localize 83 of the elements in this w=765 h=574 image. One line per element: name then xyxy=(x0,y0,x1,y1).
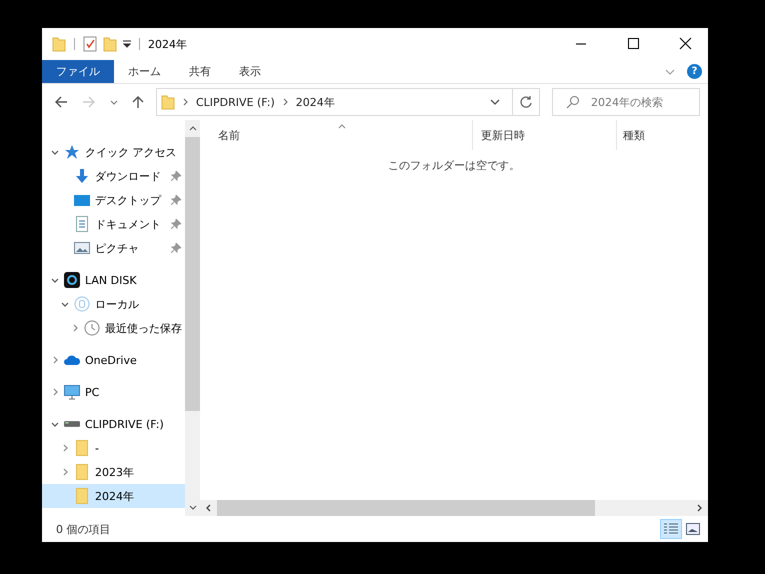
tree-item[interactable]: デスクトップ xyxy=(42,188,185,212)
tree-item[interactable]: クイック アクセス xyxy=(42,140,185,164)
tree-item[interactable]: CLIPDRIVE (F:) xyxy=(42,412,185,436)
chevron-down-icon[interactable] xyxy=(51,278,59,282)
app-logo-icon xyxy=(64,272,80,288)
empty-folder-message: このフォルダーは空です。 xyxy=(387,158,521,173)
vertical-scrollbar[interactable] xyxy=(185,120,200,516)
tree-item[interactable]: LAN DISK xyxy=(42,268,185,292)
ribbon-tab[interactable]: ファイル xyxy=(42,60,114,83)
sort-caret-icon xyxy=(338,124,346,129)
tree-item[interactable]: 最近使った保存 xyxy=(42,316,185,340)
tree-item[interactable]: - xyxy=(42,436,185,460)
pin-icon[interactable] xyxy=(171,171,181,181)
monitor-icon xyxy=(64,384,80,400)
tree-item-label: ダウンロード xyxy=(95,168,161,184)
pin-icon[interactable] xyxy=(171,195,181,205)
checklist-icon[interactable] xyxy=(83,36,97,52)
tree-item-label: CLIPDRIVE (F:) xyxy=(85,418,164,430)
tree-item[interactable]: ドキュメント xyxy=(42,212,185,236)
tree-item[interactable]: 2023年 xyxy=(42,460,185,484)
tree-item-label: LAN DISK xyxy=(85,274,137,286)
star-icon xyxy=(64,144,80,160)
scroll-thumb[interactable] xyxy=(217,500,595,516)
column-header[interactable]: 種類 xyxy=(616,120,708,150)
up-arrow-icon[interactable] xyxy=(132,95,144,109)
tree-item-label: 最近使った保存 xyxy=(105,320,182,336)
tree-item[interactable]: ピクチャ xyxy=(42,236,185,260)
desktop-icon xyxy=(74,192,90,208)
drive-icon xyxy=(64,421,80,427)
tree-item[interactable]: ローカル xyxy=(42,292,185,316)
dropdown-icon[interactable] xyxy=(123,40,131,48)
breadcrumb-item[interactable]: 2024年 xyxy=(296,94,335,110)
chevron-down-icon[interactable] xyxy=(61,302,69,306)
tree-item[interactable]: 2024年 xyxy=(42,484,185,508)
download-arrow-icon xyxy=(74,168,90,184)
refresh-icon xyxy=(519,95,533,109)
folder-icon xyxy=(161,94,175,110)
details-view-icon[interactable] xyxy=(660,519,682,539)
chevron-down-icon[interactable] xyxy=(110,100,118,104)
tree-item-label: PC xyxy=(85,386,100,398)
window-title: 2024年 xyxy=(148,36,187,52)
folder-icon xyxy=(74,488,90,504)
tree-item-label: - xyxy=(95,442,99,454)
chevron-up-icon[interactable] xyxy=(188,126,196,131)
tree-item[interactable]: PC xyxy=(42,380,185,404)
clock-icon xyxy=(84,320,100,336)
column-header[interactable]: 名前 xyxy=(200,120,472,150)
tree-item[interactable]: ダウンロード xyxy=(42,164,185,188)
address-bar[interactable]: CLIPDRIVE (F:) 2024年 xyxy=(156,88,540,116)
chevron-down-icon[interactable] xyxy=(51,422,59,426)
tree-item-label: OneDrive xyxy=(85,354,137,366)
pin-icon[interactable] xyxy=(171,219,181,229)
thumbnail-view-icon[interactable] xyxy=(686,523,700,535)
pin-icon[interactable] xyxy=(171,243,181,253)
horizontal-scrollbar[interactable] xyxy=(200,500,708,516)
item-count: 0 個の項目 xyxy=(56,522,110,536)
breadcrumb-item[interactable]: CLIPDRIVE (F:) xyxy=(196,96,275,108)
folder-icon xyxy=(74,464,90,480)
help-button[interactable]: ? xyxy=(687,64,702,79)
search-field[interactable]: 2024年の検索 xyxy=(552,88,700,116)
chevron-right-icon[interactable] xyxy=(183,98,188,106)
tree-item-label: ピクチャ xyxy=(95,240,139,256)
chevron-down-icon[interactable] xyxy=(490,99,500,105)
tree-item-label: 2024年 xyxy=(95,488,134,504)
document-icon xyxy=(74,216,90,232)
tree-item[interactable]: OneDrive xyxy=(42,348,185,372)
column-header[interactable]: 更新日時 xyxy=(472,120,616,150)
back-arrow-icon[interactable] xyxy=(54,96,68,108)
chevron-down-icon[interactable] xyxy=(51,150,59,154)
tree-item-label: デスクトップ xyxy=(95,192,161,208)
tree-item-label: ドキュメント xyxy=(95,216,161,232)
chevron-right-icon[interactable] xyxy=(282,98,288,106)
folder-icon xyxy=(74,440,90,456)
tree-item-label: クイック アクセス xyxy=(85,144,176,160)
chevron-down-icon[interactable] xyxy=(188,505,196,510)
tree-item-label: ローカル xyxy=(95,296,139,312)
chevron-left-icon[interactable] xyxy=(206,504,211,512)
search-icon xyxy=(566,95,580,109)
scroll-thumb[interactable] xyxy=(185,137,200,411)
cylinder-icon xyxy=(74,296,90,312)
chevron-right-icon[interactable] xyxy=(697,504,702,512)
tree-item-label: 2023年 xyxy=(95,464,134,480)
picture-icon xyxy=(74,240,90,256)
